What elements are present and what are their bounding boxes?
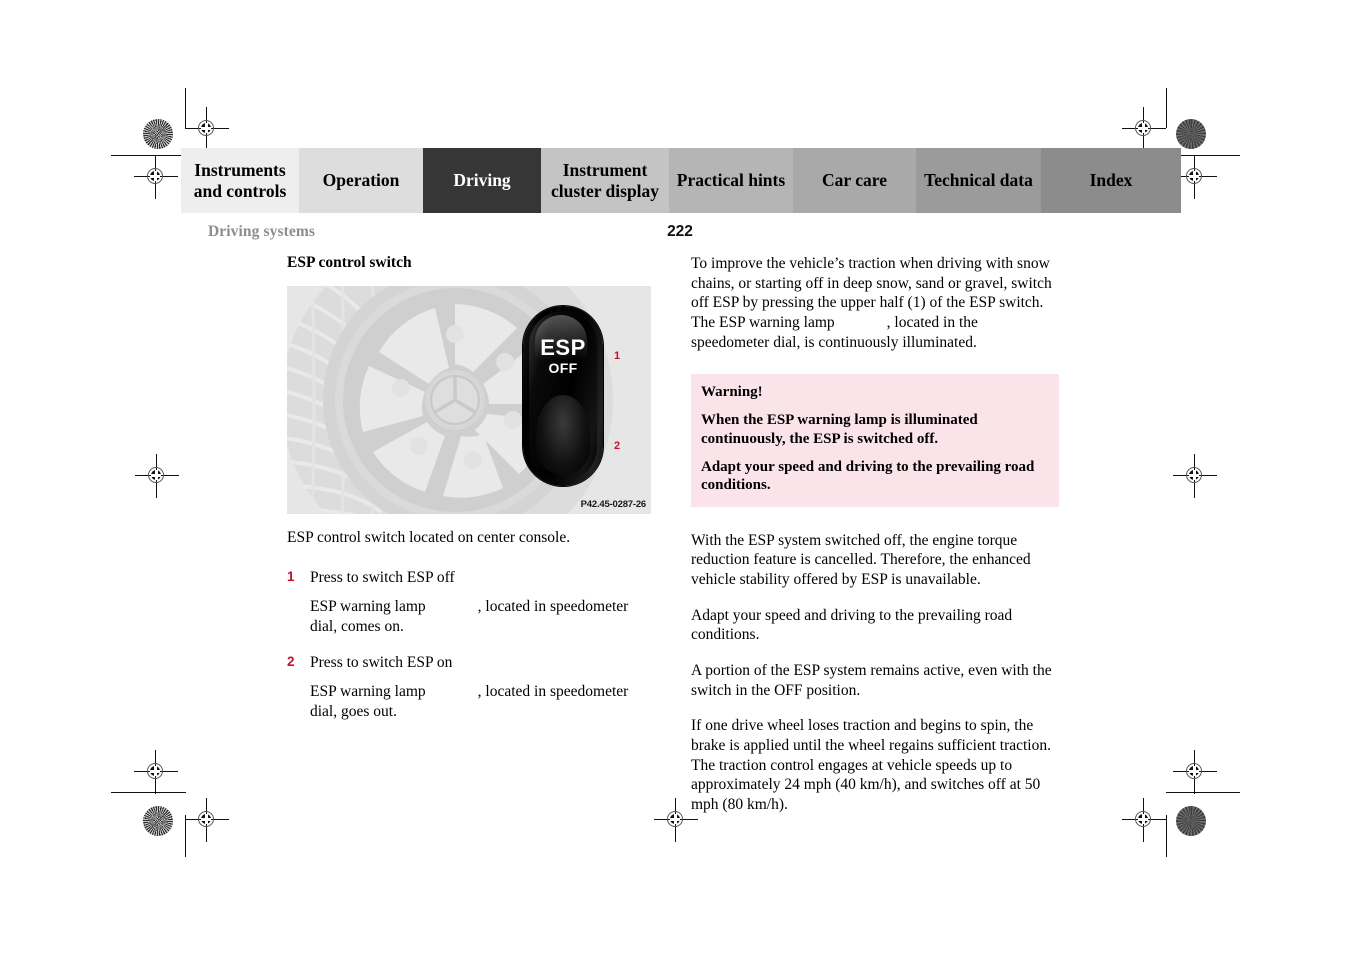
step-detail: ESP warning lamp, located in speedometer… xyxy=(310,682,653,721)
trim-line-top-right-vertical xyxy=(1166,88,1167,128)
page-number: 222 xyxy=(667,223,693,240)
chapter-tab-index[interactable]: Index xyxy=(1041,148,1181,213)
numbered-step-list: 1 Press to switch ESP off ESP warning la… xyxy=(287,568,653,722)
registration-mark-bottom-left-lower xyxy=(185,798,229,842)
step-detail: ESP warning lamp, located in speedometer… xyxy=(310,597,653,636)
chapter-tab-instruments-and-controls[interactable]: Instruments and controls xyxy=(181,148,299,213)
step-item: 2 Press to switch ESP on xyxy=(287,653,653,673)
chapter-tab-label: Index xyxy=(1089,170,1133,191)
step-detail-before: ESP warning lamp xyxy=(310,683,426,701)
step-label: Press to switch ESP on xyxy=(310,653,453,671)
star-target-mark-top-left xyxy=(143,119,173,149)
right-column: To improve the vehicle’s traction when d… xyxy=(691,254,1059,831)
trim-line-bottom-right-vertical xyxy=(1166,815,1167,857)
registration-mark-top-left-lower xyxy=(134,155,178,199)
trim-line-left-horizontal-bottom xyxy=(111,792,186,793)
registration-mark-bottom-right-upper xyxy=(1173,750,1217,794)
registration-mark-top-left-upper xyxy=(185,107,229,151)
figure-caption: ESP control switch located on center con… xyxy=(287,529,571,546)
figure-image-code: P42.45-0287-26 xyxy=(580,499,647,510)
esp-switch-figure: ESP OFF 1 2 P42.45-0287-26 xyxy=(287,286,651,514)
chapter-tab-car-care[interactable]: Car care xyxy=(793,148,916,213)
esp-switch-face: ESP OFF xyxy=(529,311,597,481)
esp-switch-off-label: OFF xyxy=(548,360,578,376)
trim-line-top-left-vertical xyxy=(185,88,186,128)
running-head: Driving systems xyxy=(208,223,315,240)
step-number: 1 xyxy=(287,568,295,584)
registration-mark-middle-left xyxy=(135,454,179,498)
body-paragraph: With the ESP system switched off, the en… xyxy=(691,531,1031,588)
body-paragraph: If one drive wheel loses traction and be… xyxy=(691,717,1051,813)
chapter-tab-label: Practical hints xyxy=(676,170,786,191)
chapter-tab-label: Instruments and controls xyxy=(193,160,287,201)
step-number: 2 xyxy=(287,653,295,669)
chapter-tab-technical-data[interactable]: Technical data xyxy=(916,148,1041,213)
section-title: ESP control switch xyxy=(287,254,412,271)
chapter-tab-label: Instrument cluster display xyxy=(550,160,660,201)
esp-rocker-switch[interactable]: ESP OFF xyxy=(523,306,603,486)
registration-mark-bottom-left-upper xyxy=(134,750,178,794)
chapter-tab-label: Driving xyxy=(453,170,511,191)
intro-paragraph: To improve the vehicle’s traction when d… xyxy=(691,254,1059,352)
step-detail-before: ESP warning lamp xyxy=(310,598,426,616)
body-paragraph: Adapt your speed and driving to the prev… xyxy=(691,606,1013,644)
chapter-tab-label: Technical data xyxy=(924,170,1033,191)
star-target-mark-bottom-right xyxy=(1176,806,1206,836)
trim-line-right-horizontal-bottom xyxy=(1166,792,1240,793)
figure-callout-1: 1 xyxy=(613,350,622,362)
trim-line-left-horizontal-top xyxy=(111,155,186,156)
star-target-mark-bottom-left xyxy=(143,806,173,836)
trim-line-bottom-left-vertical xyxy=(185,815,186,857)
registration-mark-bottom-right-lower xyxy=(1122,798,1166,842)
chapter-tab-label: Operation xyxy=(322,170,400,191)
chapter-tab-label: Car care xyxy=(822,170,887,191)
chapter-tab-operation[interactable]: Operation xyxy=(299,148,423,213)
chapter-tab-practical-hints[interactable]: Practical hints xyxy=(669,148,793,213)
figure-callout-2: 2 xyxy=(613,440,622,452)
warning-paragraph: Adapt your speed and driving to the prev… xyxy=(701,458,1035,494)
esp-switch-lower-half[interactable] xyxy=(536,395,590,475)
body-paragraph: A portion of the ESP system remains acti… xyxy=(691,661,1052,699)
step-item: 1 Press to switch ESP off xyxy=(287,568,653,588)
esp-switch-esp-label: ESP xyxy=(540,335,586,360)
registration-mark-middle-right xyxy=(1173,454,1217,498)
warning-box: Warning! When the ESP warning lamp is il… xyxy=(691,374,1059,507)
star-target-mark-top-right xyxy=(1176,119,1206,149)
intro-paragraph-before: To improve the vehicle’s traction when d… xyxy=(691,255,1052,332)
chapter-tab-driving[interactable]: Driving xyxy=(423,148,541,213)
chapter-tab-bar: Instruments and controls Operation Driving… xyxy=(181,148,1181,213)
chapter-tab-instrument-cluster-display[interactable]: Instrument cluster display xyxy=(541,148,669,213)
warning-paragraph: When the ESP warning lamp is illuminated… xyxy=(701,412,978,447)
warning-title: Warning! xyxy=(701,384,763,401)
left-column: ESP control switch ESP OFF 1 2 P42.45-02… xyxy=(287,254,653,738)
registration-mark-top-right-upper xyxy=(1122,107,1166,151)
step-label: Press to switch ESP off xyxy=(310,568,455,586)
